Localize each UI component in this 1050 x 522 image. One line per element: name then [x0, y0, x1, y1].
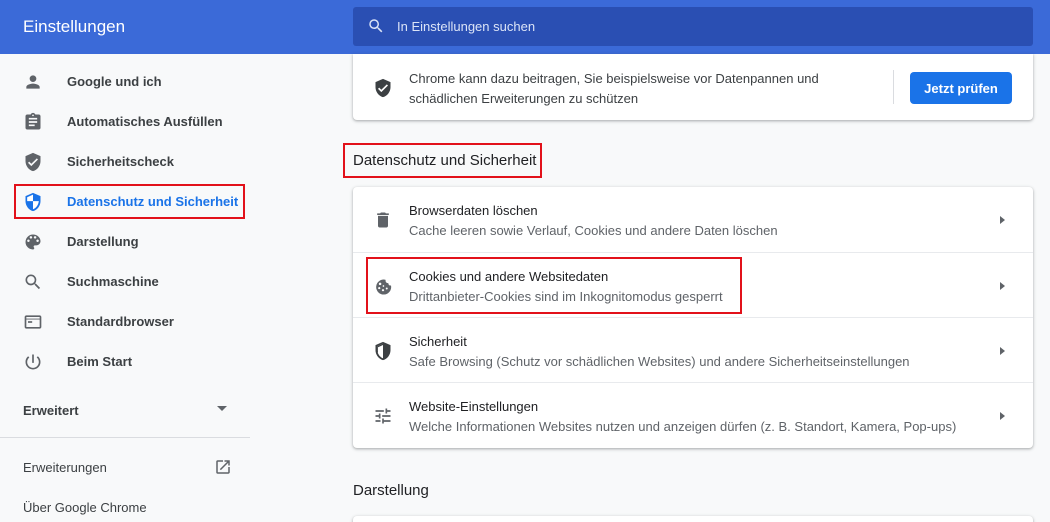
palette-icon: [25, 234, 41, 250]
sidebar-item-default-browser[interactable]: Standardbrowser: [0, 301, 250, 341]
clipboard-icon: [25, 112, 41, 130]
row-subtitle: Cache leeren sowie Verlauf, Cookies und …: [409, 223, 778, 238]
row-title: Website-Einstellungen: [409, 399, 539, 414]
row-site-settings[interactable]: Website-Einstellungen Welche Information…: [353, 382, 1033, 447]
sidebar-item-on-startup[interactable]: Beim Start: [0, 341, 250, 381]
row-cookies[interactable]: Cookies und andere Websitedaten Drittanb…: [353, 252, 1033, 317]
sidebar-item-privacy[interactable]: Datenschutz und Sicherheit: [0, 181, 250, 221]
sidebar-item-label: Standardbrowser: [67, 314, 174, 329]
sidebar-item-label: Datenschutz und Sicherheit: [67, 194, 239, 209]
row-title: Sicherheit: [409, 334, 467, 349]
person-icon: [26, 75, 40, 89]
safety-check-text: Chrome kann dazu beitragen, Sie beispiel…: [409, 71, 819, 106]
about-chrome-link[interactable]: Über Google Chrome: [23, 500, 147, 515]
sidebar-item-google-und-ich[interactable]: Google und ich: [0, 61, 250, 101]
shield-check-icon: [25, 152, 41, 172]
sidebar-item-label: Suchmaschine: [67, 274, 159, 289]
cookie-icon: [376, 279, 392, 295]
chevron-right-icon: [1000, 412, 1005, 420]
section-title-privacy: Datenschutz und Sicherheit: [353, 152, 537, 169]
search-icon: [25, 274, 41, 290]
sidebar-item-autofill[interactable]: Automatisches Ausfüllen: [0, 101, 250, 141]
check-now-button[interactable]: Jetzt prüfen: [910, 72, 1012, 104]
search-box[interactable]: [353, 7, 1033, 46]
sidebar-item-label: Automatisches Ausfüllen: [67, 114, 223, 129]
chevron-down-icon[interactable]: [217, 406, 227, 411]
chevron-right-icon: [1000, 347, 1005, 355]
app-header: Einstellungen: [0, 0, 1050, 54]
vertical-divider: [893, 70, 894, 104]
sidebar-item-appearance[interactable]: Darstellung: [0, 221, 250, 261]
open-in-new-icon[interactable]: [214, 458, 232, 476]
row-subtitle: Welche Informationen Websites nutzen und…: [409, 419, 957, 434]
chevron-right-icon: [1000, 282, 1005, 290]
tune-icon: [375, 408, 391, 424]
sidebar-divider: [0, 437, 250, 438]
shield-privacy-icon: [25, 192, 41, 212]
row-subtitle: Safe Browsing (Schutz vor schädlichen We…: [409, 354, 910, 369]
sidebar-item-safety-check[interactable]: Sicherheitscheck: [0, 141, 250, 181]
safety-check-card: Chrome kann dazu beitragen, Sie beispiel…: [353, 54, 1033, 120]
row-subtitle: Drittanbieter-Cookies sind im Inkognitom…: [409, 289, 723, 304]
sidebar-item-label: Beim Start: [67, 354, 133, 369]
sidebar-item-search-engine[interactable]: Suchmaschine: [0, 261, 250, 301]
search-input[interactable]: [397, 7, 1017, 46]
row-title: Cookies und andere Websitedaten: [409, 269, 609, 284]
shield-check-icon: [375, 78, 391, 98]
row-security[interactable]: Sicherheit Safe Browsing (Schutz vor sch…: [353, 317, 1033, 382]
row-title: Browserdaten löschen: [409, 203, 538, 218]
trash-icon: [377, 212, 389, 228]
advanced-toggle[interactable]: Erweitert: [23, 403, 79, 418]
sidebar-item-label: Sicherheitscheck: [67, 154, 174, 169]
extensions-link[interactable]: Erweiterungen: [23, 460, 107, 475]
shield-half-icon: [375, 341, 391, 361]
search-icon: [369, 19, 383, 33]
browser-window-icon: [24, 315, 42, 329]
power-icon: [25, 354, 41, 370]
sidebar-item-label: Google und ich: [67, 74, 162, 89]
section-title-appearance: Darstellung: [353, 482, 429, 499]
sidebar-item-label: Darstellung: [67, 234, 139, 249]
appearance-card: [353, 516, 1033, 522]
row-clear-browsing-data[interactable]: Browserdaten löschen Cache leeren sowie …: [353, 187, 1033, 252]
chevron-right-icon: [1000, 216, 1005, 224]
sidebar: Google und ich Automatisches Ausfüllen S…: [0, 54, 250, 522]
privacy-settings-card: Browserdaten löschen Cache leeren sowie …: [353, 187, 1033, 448]
page-title: Einstellungen: [23, 17, 126, 36]
